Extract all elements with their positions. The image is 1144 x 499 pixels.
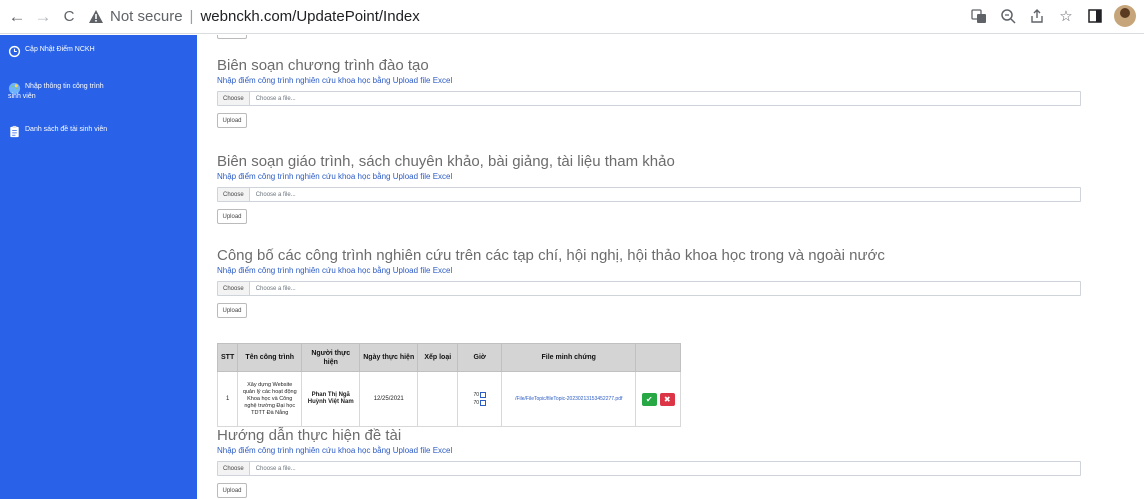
file-placeholder: Choose a file...: [255, 95, 296, 102]
cell-work-name: Xây dựng Website quản lý các hoạt động K…: [237, 371, 303, 427]
edit-icon[interactable]: [480, 391, 487, 398]
file-input[interactable]: Choose Choose a file...: [217, 187, 1081, 202]
star-icon[interactable]: ☆: [1056, 5, 1076, 27]
section-subtitle: Nhập điểm công trình nghiên cứu khoa học…: [217, 76, 453, 85]
upload-button[interactable]: Upload: [217, 483, 247, 498]
table-row: 1 Xây dựng Website quản lý các hoạt động…: [216, 371, 682, 427]
col-stt: STT: [216, 343, 239, 372]
section-title: Công bố các công trình nghiên cứu trên c…: [217, 247, 885, 264]
cell-hours: 70 70: [457, 371, 503, 427]
file-placeholder: Choose a file...: [255, 465, 296, 472]
section-title: Biên soạn giáo trình, sách chuyên khảo, …: [217, 153, 675, 170]
section-textbooks: Biên soạn giáo trình, sách chuyên khảo, …: [217, 153, 1087, 224]
address-bar[interactable]: Not secure | webnckh.com/UpdatePoint/Ind…: [88, 4, 420, 30]
col-date: Ngày thực hiện: [359, 343, 419, 372]
clock-icon: [8, 45, 21, 58]
upload-button[interactable]: Upload: [217, 209, 247, 224]
delete-button[interactable]: ✖: [659, 392, 675, 406]
file-placeholder: Choose a file...: [255, 285, 296, 292]
cell-date: 12/25/2021: [359, 371, 419, 427]
translate-icon[interactable]: [969, 5, 989, 27]
sidebar-item-label: Danh sách đề tài sinh viên: [25, 126, 108, 133]
section-topic-guidance: Hướng dẫn thực hiện đề tài Nhập điểm côn…: [217, 427, 1087, 498]
forward-button[interactable]: →: [32, 6, 54, 28]
share-icon[interactable]: [1027, 5, 1047, 27]
col-grade: Xếp loại: [417, 343, 459, 372]
publications-table: STT Tên công trình Người thực hiện Ngày …: [216, 343, 682, 427]
warning-icon: [89, 9, 103, 23]
choose-file-button[interactable]: Choose: [218, 188, 250, 201]
section-subtitle: Nhập điểm công trình nghiên cứu khoa học…: [217, 446, 453, 455]
col-evidence-file: File minh chứng: [501, 343, 637, 372]
edit-icon[interactable]: [480, 399, 487, 406]
clipboard-icon: [10, 125, 19, 138]
toolbar-icons: ☆: [969, 5, 1136, 27]
cell-stt: 1: [216, 371, 239, 427]
file-placeholder: Choose a file...: [255, 191, 296, 198]
cell-actions: ✔ ✖: [635, 371, 682, 427]
sidebar-item-label-line2: sinh viên: [8, 93, 36, 100]
evidence-file-link[interactable]: /File/FileTopic/fileTopic-20230213153452…: [515, 396, 622, 402]
cell-evidence-file: /File/FileTopic/fileTopic-20230213153452…: [501, 371, 637, 427]
sidebar-item-update-points[interactable]: Cập Nhật Điểm NCKH: [8, 45, 95, 58]
address-separator: |: [189, 8, 194, 25]
choose-file-button[interactable]: Choose: [218, 462, 250, 475]
file-input[interactable]: Choose Choose a file...: [217, 461, 1081, 476]
section-publications: Công bố các công trình nghiên cứu trên c…: [217, 247, 1087, 318]
cell-person: Phan Thị Ngã Huỳnh Việt Nam: [301, 371, 361, 427]
col-hours: Giờ: [457, 343, 503, 372]
section-title: Hướng dẫn thực hiện đề tài: [217, 427, 402, 444]
file-input[interactable]: Choose Choose a file...: [217, 281, 1081, 296]
sidebar-item-student-topics[interactable]: Danh sách đề tài sinh viên: [8, 125, 107, 138]
col-work-name: Tên công trình: [237, 343, 303, 372]
upload-button[interactable]: Upload: [217, 113, 247, 128]
table-header-row: STT Tên công trình Người thực hiện Ngày …: [216, 343, 682, 372]
col-actions: [635, 343, 682, 372]
approve-button[interactable]: ✔: [641, 392, 657, 406]
zoom-icon[interactable]: [998, 5, 1018, 27]
back-button[interactable]: ←: [6, 6, 28, 28]
sidebar: Cập Nhật Điểm NCKH Nhập thông tin công t…: [0, 35, 197, 499]
section-subtitle: Nhập điểm công trình nghiên cứu khoa học…: [217, 266, 453, 275]
reload-button[interactable]: C: [58, 6, 80, 28]
sidebar-item-label: Cập Nhật Điểm NCKH: [25, 46, 95, 53]
sidebar-item-label: Nhập thông tin công trình sinh viên: [8, 82, 104, 102]
hours-value: 70: [473, 400, 480, 406]
hours-value: 70: [473, 392, 480, 398]
section-subtitle: Nhập điểm công trình nghiên cứu khoa học…: [217, 172, 453, 181]
browser-toolbar: ← → C Not secure | webnckh.com/UpdatePoi…: [0, 0, 1144, 34]
side-panel-icon[interactable]: [1085, 5, 1105, 27]
section-training-program: Biên soạn chương trình đào tạo Nhập điểm…: [217, 57, 1087, 128]
sidebar-item-label-line1: Nhập thông tin công trình: [25, 83, 104, 90]
sidebar-item-student-works[interactable]: Nhập thông tin công trình sinh viên: [8, 82, 104, 102]
profile-avatar[interactable]: [1114, 5, 1136, 27]
choose-file-button[interactable]: Choose: [218, 92, 250, 105]
choose-file-button[interactable]: Choose: [218, 282, 250, 295]
cell-grade: [417, 371, 459, 427]
not-secure-label: Not secure: [110, 8, 183, 25]
col-person: Người thực hiện: [301, 343, 361, 372]
upload-button[interactable]: Upload: [217, 303, 247, 318]
upload-button-partial[interactable]: [217, 35, 247, 39]
url-text[interactable]: webnckh.com/UpdatePoint/Index: [200, 8, 419, 25]
file-input[interactable]: Choose Choose a file...: [217, 91, 1081, 106]
section-title: Biên soạn chương trình đào tạo: [217, 57, 429, 74]
